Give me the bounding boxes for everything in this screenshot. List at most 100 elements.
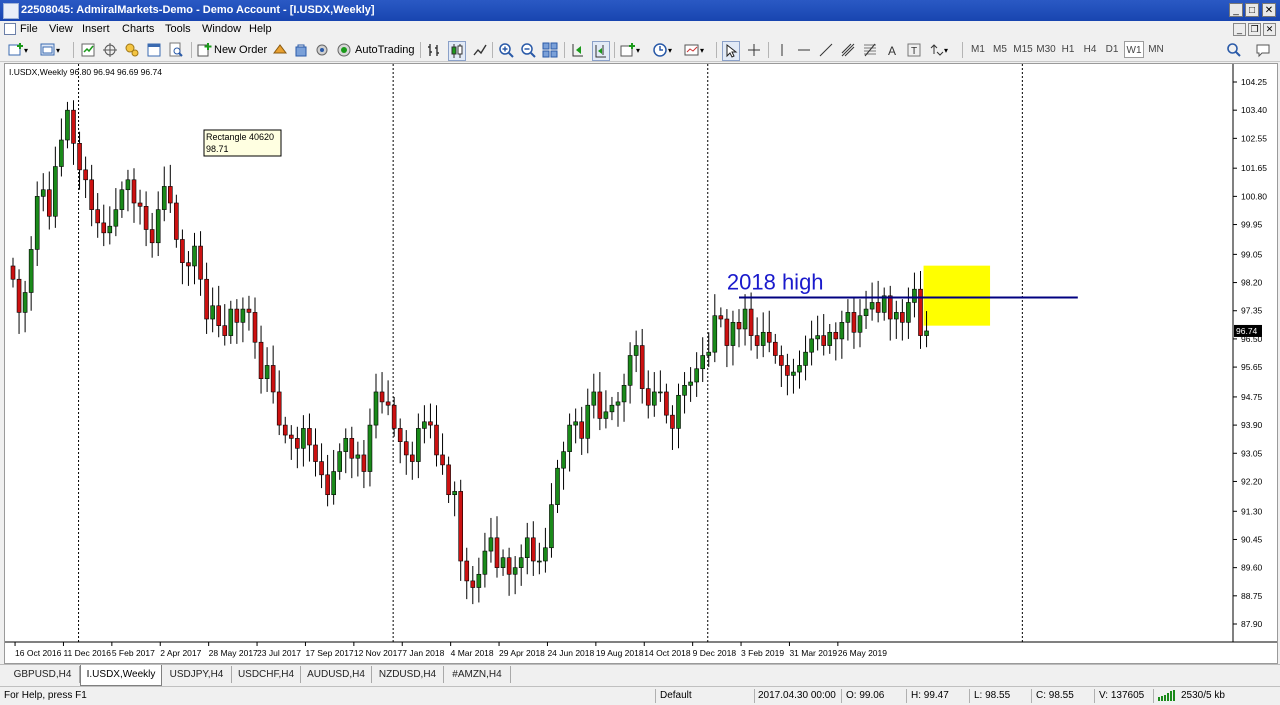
candle-body <box>488 537 494 552</box>
candle-body <box>651 391 657 406</box>
fibonacci-button[interactable] <box>862 41 878 59</box>
candle-body <box>827 331 833 346</box>
tab-usdjpy-h4[interactable]: USDJPY,H4 <box>162 666 232 683</box>
zoom-out-button[interactable] <box>520 41 536 59</box>
document-icon[interactable] <box>4 23 16 35</box>
tab-usdx-weekly[interactable]: I.USDX,Weekly <box>80 665 162 686</box>
candle-body <box>270 365 276 393</box>
chart-shift-button[interactable] <box>592 41 610 61</box>
minimize-button[interactable]: _ <box>1229 3 1243 17</box>
price-chart[interactable]: 2018 high 104.25 103.40 102.55 101.65 100.80… <box>5 64 1277 663</box>
candle-body <box>282 424 288 436</box>
candle-body <box>688 381 693 386</box>
y-tick-label: 87.90 <box>1241 619 1263 629</box>
timeframe-d1[interactable]: D1 <box>1102 41 1122 58</box>
search-button[interactable] <box>1226 41 1242 59</box>
data-window-button[interactable] <box>102 41 118 59</box>
tile-windows-button[interactable] <box>542 41 558 59</box>
arrows-button[interactable]: ▾ <box>928 41 948 59</box>
new-order-button[interactable]: New Order <box>196 41 267 59</box>
tab-nzdusd-h4[interactable]: NZDUSD,H4 <box>372 666 444 683</box>
timeframe-w1[interactable]: W1 <box>1124 41 1144 58</box>
terminal-icon <box>3 3 19 19</box>
toolbar-separator <box>614 42 615 58</box>
channel-button[interactable] <box>840 41 856 59</box>
navigator-button[interactable] <box>124 41 140 59</box>
candle-body <box>192 245 197 267</box>
candle-body <box>785 365 790 376</box>
x-tick-label: 11 Dec 2016 <box>63 648 111 658</box>
status-separator <box>1031 689 1032 703</box>
candle-body <box>579 421 585 439</box>
indicators-icon <box>620 43 635 57</box>
tab-usdchf-h4[interactable]: USDCHF,H4 <box>232 666 301 683</box>
line-chart-button[interactable] <box>472 41 488 59</box>
timeframe-m15[interactable]: M15 <box>1012 41 1034 58</box>
toolbar-separator <box>73 42 74 58</box>
menu-insert[interactable]: Insert <box>82 23 110 35</box>
mdi-restore-button[interactable]: ❐ <box>1248 23 1261 36</box>
menu-help[interactable]: Help <box>249 23 272 35</box>
signals-button[interactable] <box>314 41 330 59</box>
candle-body <box>101 222 107 234</box>
autotrading-button[interactable]: AutoTrading <box>336 41 415 59</box>
x-tick-label: 23 Jul 2017 <box>257 648 301 658</box>
zoom-in-button[interactable] <box>498 41 514 59</box>
market-watch-button[interactable] <box>80 41 96 59</box>
strategy-tester-button[interactable] <box>168 41 184 59</box>
menu-tools[interactable]: Tools <box>165 23 191 35</box>
timeframe-h1[interactable]: H1 <box>1058 41 1078 58</box>
new-order-icon <box>197 43 212 57</box>
vertical-line-button[interactable] <box>774 41 790 59</box>
close-button[interactable]: ✕ <box>1262 3 1276 17</box>
periods-button[interactable]: ▾ <box>652 41 672 59</box>
candle-body <box>367 424 373 472</box>
cursor-button[interactable] <box>722 41 740 61</box>
indicators-button[interactable]: ▾ <box>620 41 640 59</box>
candle-body <box>845 312 851 323</box>
y-tick-label: 98.20 <box>1241 278 1263 288</box>
crosshair-button[interactable] <box>746 41 762 59</box>
menu-view[interactable]: View <box>49 23 73 35</box>
candle-body <box>65 109 70 141</box>
text-label-button[interactable]: T <box>906 41 922 59</box>
mdi-minimize-button[interactable]: _ <box>1233 23 1246 36</box>
profiles-button[interactable]: ▾ <box>40 41 60 59</box>
horizontal-line-button[interactable] <box>796 41 812 59</box>
status-separator <box>754 689 755 703</box>
candle-body <box>343 438 349 452</box>
templates-button[interactable]: ▾ <box>684 41 704 59</box>
text-button[interactable]: A <box>884 41 900 59</box>
tab-audusd-h4[interactable]: AUDUSD,H4 <box>301 666 372 683</box>
menu-window[interactable]: Window <box>202 23 241 35</box>
timeframe-m1[interactable]: M1 <box>968 41 988 58</box>
candle-body <box>28 249 34 293</box>
trendline-button[interactable] <box>818 41 834 59</box>
timeframe-h4[interactable]: H4 <box>1080 41 1100 58</box>
channel-icon <box>841 43 855 57</box>
tab-gbpusd-h4[interactable]: GBPUSD,H4 <box>6 666 80 683</box>
bar-chart-button[interactable] <box>426 41 442 59</box>
market-watch-icon <box>81 43 95 57</box>
tab-amzn-h4[interactable]: #AMZN,H4 <box>444 666 511 683</box>
timeframe-m5[interactable]: M5 <box>990 41 1010 58</box>
timeframe-m30[interactable]: M30 <box>1035 41 1057 58</box>
mdi-close-button[interactable]: ✕ <box>1263 23 1276 36</box>
chat-button[interactable] <box>1255 41 1271 59</box>
menu-charts[interactable]: Charts <box>122 23 154 35</box>
auto-scroll-button[interactable] <box>570 41 586 59</box>
market-button[interactable] <box>293 41 309 59</box>
new-chart-button[interactable]: ▾ <box>8 41 28 59</box>
timeframe-mn[interactable]: MN <box>1146 41 1166 58</box>
search-icon <box>1227 43 1241 57</box>
maximize-button[interactable]: □ <box>1245 3 1259 17</box>
candle-body <box>16 278 22 313</box>
menu-file[interactable]: File <box>20 23 38 35</box>
terminal-button[interactable] <box>146 41 162 59</box>
candlestick-chart-button[interactable] <box>448 41 466 61</box>
object-tooltip: Rectangle 40620 98.71 <box>203 129 282 157</box>
expert-advisors-button[interactable] <box>272 41 288 59</box>
candle-body <box>403 441 409 456</box>
chart-window[interactable]: 2018 high 104.25 103.40 102.55 101.65 100.80… <box>4 63 1278 664</box>
highlight-rectangle <box>923 265 991 326</box>
